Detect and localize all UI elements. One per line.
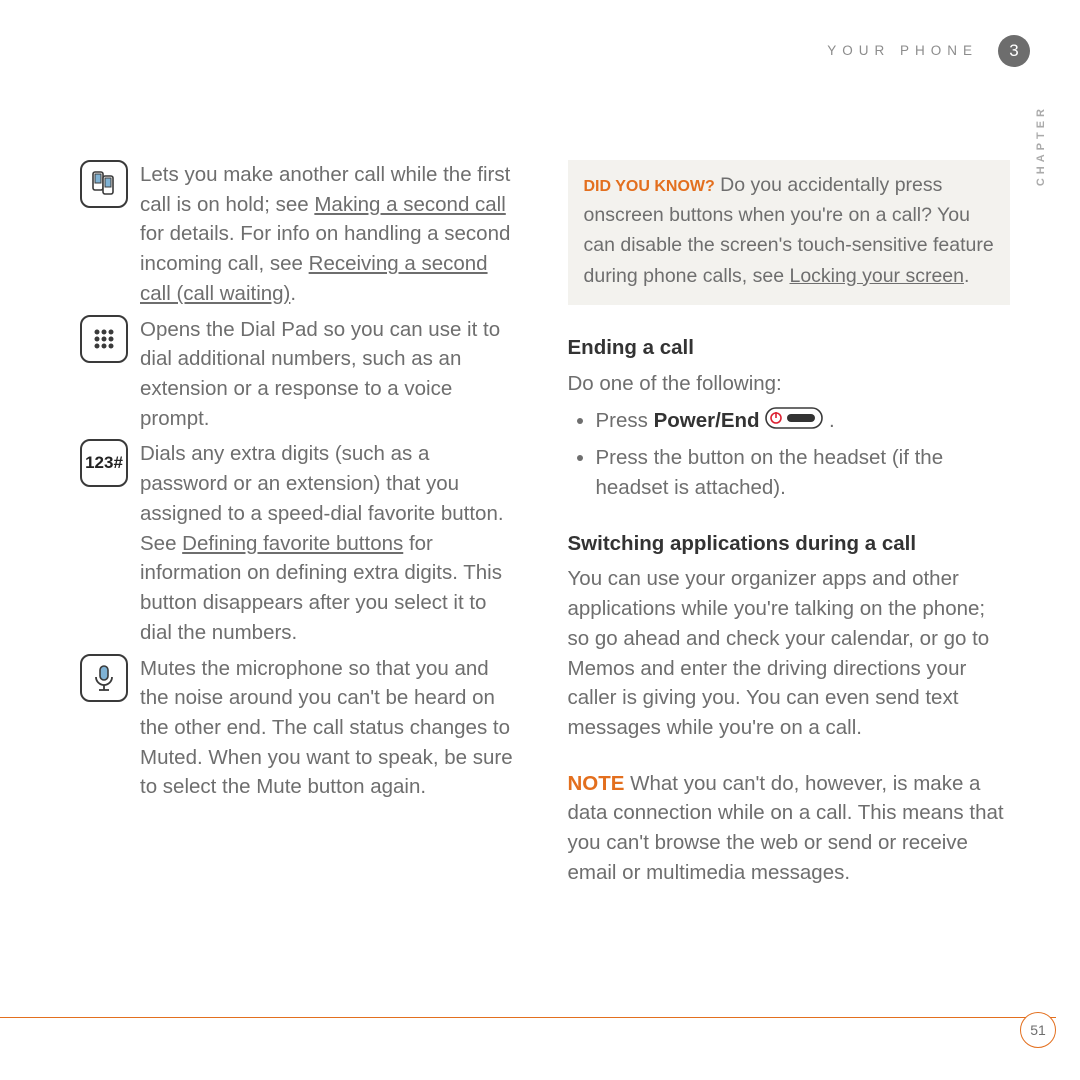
feature-item: Lets you make another call while the fir…	[80, 160, 523, 309]
feature-text: Mutes the microphone so that you and the…	[140, 654, 523, 803]
bullet-list: Press Power/End . Press the button on th…	[568, 406, 1011, 502]
dialpad-icon	[80, 315, 128, 363]
feature-text: Opens the Dial Pad so you can use it to …	[140, 315, 523, 434]
list-item: Press the button on the headset (if the …	[596, 443, 1011, 502]
page-header: YOUR PHONE 3	[827, 35, 1030, 67]
feature-item: Opens the Dial Pad so you can use it to …	[80, 315, 523, 434]
heading-switching-apps: Switching applications during a call	[568, 529, 1011, 559]
chapter-side-label: CHAPTER	[1034, 105, 1050, 186]
left-column: Lets you make another call while the fir…	[80, 160, 523, 888]
chapter-badge: 3	[998, 35, 1030, 67]
list-item: Press Power/End .	[596, 406, 1011, 437]
link-locking-your-screen[interactable]: Locking your screen	[789, 265, 964, 287]
footer-rule	[0, 1017, 1056, 1018]
link-defining-favorite-buttons[interactable]: Defining favorite buttons	[182, 532, 403, 555]
did-you-know-callout: DID YOU KNOW? Do you accidentally press …	[568, 160, 1011, 305]
page-number: 51	[1020, 1012, 1056, 1048]
mute-icon	[80, 654, 128, 702]
power-end-key-icon	[765, 407, 823, 438]
paragraph: Do one of the following:	[568, 369, 1011, 399]
right-column: DID YOU KNOW? Do you accidentally press …	[568, 160, 1011, 888]
feature-item: 123# Dials any extra digits (such as a p…	[80, 439, 523, 647]
link-making-second-call[interactable]: Making a second call	[314, 193, 505, 216]
extra-digits-icon: 123#	[80, 439, 128, 487]
callout-label: DID YOU KNOW?	[584, 178, 715, 195]
content-area: Lets you make another call while the fir…	[80, 160, 1010, 888]
feature-item: Mutes the microphone so that you and the…	[80, 654, 523, 803]
two-phones-icon	[80, 160, 128, 208]
heading-ending-a-call: Ending a call	[568, 333, 1011, 363]
paragraph: You can use your organizer apps and othe…	[568, 564, 1011, 742]
note-label: NOTE	[568, 772, 625, 795]
note-paragraph: NOTE What you can't do, however, is make…	[568, 769, 1011, 888]
section-name: YOUR PHONE	[827, 41, 978, 61]
feature-text: Lets you make another call while the fir…	[140, 160, 523, 309]
feature-text: Dials any extra digits (such as a passwo…	[140, 439, 523, 647]
